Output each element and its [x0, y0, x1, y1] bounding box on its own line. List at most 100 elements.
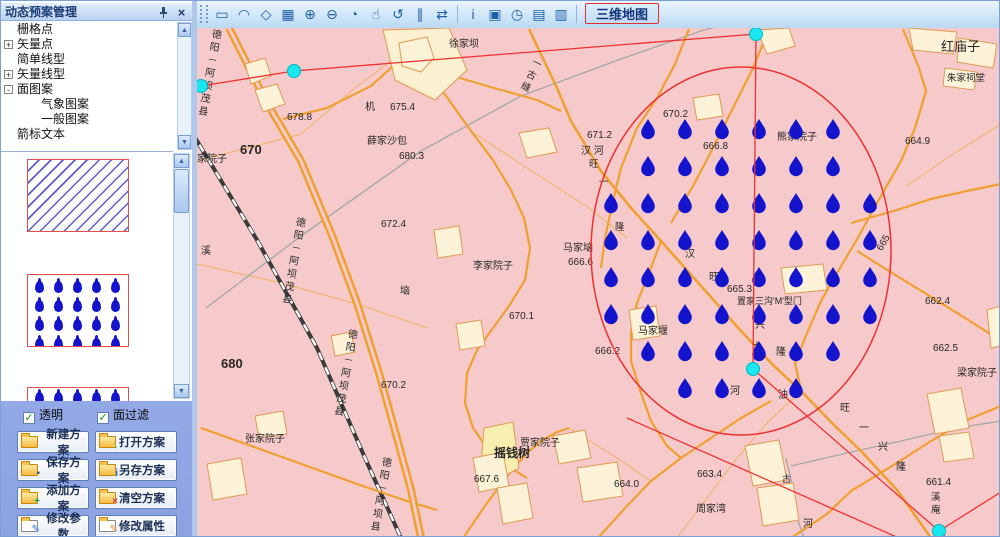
tree-item-label: 气象图案	[41, 97, 89, 111]
map-label: 680.3	[399, 150, 424, 164]
map-3d-button[interactable]: 三维地图	[585, 3, 659, 24]
print-preview-icon[interactable]: ▤	[529, 4, 549, 24]
mini-drop	[111, 319, 120, 331]
partial-pattern-swatch[interactable]	[27, 387, 129, 402]
map-label: 河	[730, 385, 740, 399]
button-修改参数[interactable]: ✎修改参数	[17, 515, 89, 537]
sidebar-panel: 动态预案管理 × 栅格点+矢量点简单线型+矢量线型-面图案气象图案一般图案箭标文…	[1, 1, 197, 537]
map-label: 德 阳 － 阿 坝 县	[369, 456, 392, 535]
toolbar-grip[interactable]	[200, 5, 208, 23]
drops-pattern-swatch[interactable]	[27, 274, 129, 347]
button-新建方案[interactable]: 新建方案	[17, 431, 89, 453]
map-label: 德 阳 － 阿 坝 茂 县	[281, 216, 307, 307]
map-label: 薛家沙包	[367, 135, 407, 149]
toolbar-divider	[457, 5, 458, 23]
mini-drop	[35, 300, 44, 312]
tree-item-label: 矢量线型	[17, 67, 65, 81]
pause-icon[interactable]: ∥	[410, 4, 430, 24]
mini-drop	[35, 281, 44, 293]
map-label: 隆	[896, 461, 906, 475]
toolbar-divider	[576, 5, 577, 23]
option-checkboxes: ✓ 透明 ✓ 面过滤	[1, 408, 192, 424]
scroll-up-icon[interactable]: ▲	[178, 23, 191, 37]
scroll-thumb[interactable]	[174, 169, 189, 213]
tree-item-栅格点[interactable]: 栅格点	[1, 22, 177, 37]
application-window: 动态预案管理 × 栅格点+矢量点简单线型+矢量线型-面图案气象图案一般图案箭标文…	[0, 0, 1000, 537]
checkbox-icon[interactable]: ✓	[97, 412, 109, 424]
pin-icon[interactable]	[156, 6, 171, 21]
mini-drop	[111, 281, 120, 293]
map-label: 670	[240, 143, 262, 157]
globe-icon[interactable]: ◔	[344, 4, 364, 24]
measure-polygon-icon[interactable]: ◇	[256, 4, 276, 24]
map-label: 一	[859, 422, 869, 436]
tree-item-矢量点[interactable]: +矢量点	[1, 37, 177, 52]
info-icon[interactable]: i	[463, 4, 483, 24]
option-label: 面过滤	[113, 408, 149, 422]
expand-icon[interactable]: +	[4, 70, 13, 79]
option-透明[interactable]: ✓ 透明	[23, 408, 63, 422]
close-icon[interactable]: ×	[174, 6, 189, 21]
map-label: 一	[599, 176, 609, 190]
map-label: 旺	[589, 158, 599, 172]
map-label: 旺	[709, 271, 719, 285]
button-清空方案[interactable]: ×清空方案	[95, 487, 177, 509]
mini-drop	[54, 300, 63, 312]
tree-item-气象图案[interactable]: 气象图案	[1, 97, 177, 112]
export-icon[interactable]: ▣	[485, 4, 505, 24]
measure-area-icon[interactable]: ◠	[234, 4, 254, 24]
expand-icon[interactable]: +	[4, 40, 13, 49]
grid-icon[interactable]: ▦	[278, 4, 298, 24]
map-label: 德 阳 － 阿 坝 茂 县	[197, 28, 223, 119]
pattern-scrollbar[interactable]: ▲ ▼	[173, 153, 190, 399]
tree-item-label: 面图案	[17, 82, 53, 96]
option-面过滤[interactable]: ✓ 面过滤	[97, 408, 149, 422]
option-label: 透明	[39, 408, 63, 422]
checkbox-icon[interactable]: ✓	[23, 412, 35, 424]
map-label: 664.0	[614, 478, 639, 492]
collapse-icon[interactable]: -	[4, 85, 13, 94]
map-canvas[interactable]: 徐家坝红庙子朱家祠堂678.8机675.4薛家沙包680.3670671.2汉 …	[197, 28, 1000, 537]
new-folder-icon	[21, 436, 38, 448]
tree-item-简单线型[interactable]: 简单线型	[1, 52, 177, 67]
zoom-in-icon[interactable]: ⊕	[300, 4, 320, 24]
add-folder-icon: +	[21, 492, 38, 504]
measure-distance-icon[interactable]: ▭	[212, 4, 232, 24]
scroll-down-icon[interactable]: ▼	[174, 384, 189, 398]
mini-drop	[92, 319, 101, 331]
map-label: 溪	[201, 245, 211, 259]
button-添加方案[interactable]: +添加方案	[17, 487, 89, 509]
tree-item-一般图案[interactable]: 一般图案	[1, 112, 177, 127]
scroll-up-icon[interactable]: ▲	[174, 154, 189, 168]
button-另存方案[interactable]: i另存方案	[95, 459, 177, 481]
pan-hand-icon[interactable]: ☝	[366, 4, 386, 24]
clock-icon[interactable]: ◷	[507, 4, 527, 24]
button-保存方案[interactable]: ▪保存方案	[17, 459, 89, 481]
map-label: 大	[752, 341, 762, 355]
map-label: 671.2	[587, 129, 612, 143]
map-label: 666.8	[703, 140, 728, 154]
swap-arrows-icon[interactable]: ⇄	[432, 4, 452, 24]
mini-drop	[111, 300, 120, 312]
tree-item-面图案[interactable]: -面图案	[1, 82, 177, 97]
zoom-out-icon[interactable]: ⊖	[322, 4, 342, 24]
mini-drop	[73, 338, 82, 347]
button-修改属性[interactable]: ✎修改属性	[95, 515, 177, 537]
map-label: 张家院子	[245, 433, 285, 447]
tree-item-箭标文本[interactable]: 箭标文本	[1, 127, 177, 142]
map-label: 熊家院子	[777, 131, 817, 145]
zoom-previous-icon[interactable]: ↺	[388, 4, 408, 24]
hatch-pattern-swatch[interactable]	[27, 159, 129, 232]
tree-scrollbar[interactable]: ▲ ▼	[177, 22, 192, 150]
button-打开方案[interactable]: ↓打开方案	[95, 431, 177, 453]
map-label: 665	[874, 233, 894, 254]
tree-item-矢量线型[interactable]: + 矢量线型	[1, 67, 177, 82]
map-label: 667.6	[474, 473, 499, 487]
map-label: 664.9	[905, 135, 930, 149]
map-label: 油	[778, 389, 788, 403]
print-icon[interactable]: ▥	[551, 4, 571, 24]
button-label: 修改参数	[41, 510, 86, 537]
map-label: 兴	[878, 441, 888, 455]
map-label: 670.1	[509, 310, 534, 324]
scroll-down-icon[interactable]: ▼	[178, 135, 191, 149]
